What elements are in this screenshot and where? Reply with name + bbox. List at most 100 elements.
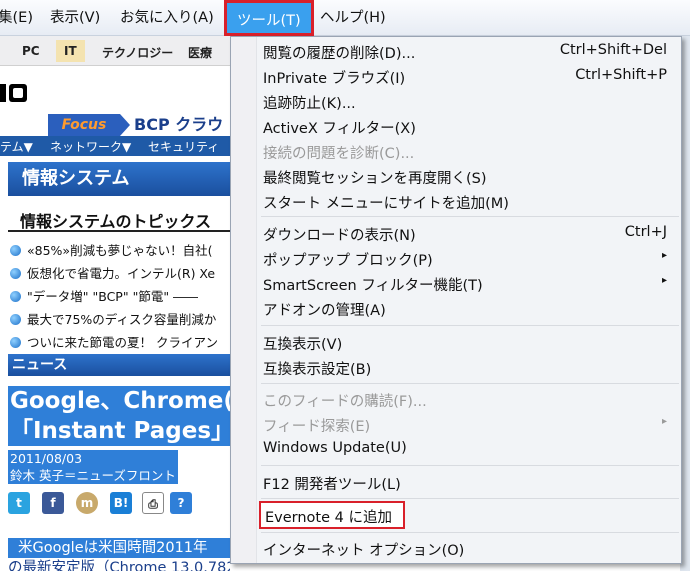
menu-edit[interactable]: 集(E) [0, 6, 33, 30]
menu-item-label: Evernote 4 に追加 [265, 510, 392, 526]
list-item[interactable]: 仮想化で省電力。インテル(R) Xe [10, 263, 215, 282]
menu-item-label: 最終閲覧セッションを再度開く(S) [263, 171, 487, 187]
focus-badge: Focus [48, 114, 120, 136]
menu-item-internet-options[interactable]: インターネット オプション(O) [263, 536, 671, 560]
nav-pc[interactable]: PC [22, 44, 40, 58]
menu-item-label: ポップアップ ブロック(P) [263, 253, 433, 269]
menu-item-label: ダウンロードの表示(N) [263, 228, 416, 244]
tools-menu: 閲覧の履歴の削除(D)... Ctrl+Shift+Del InPrivate … [230, 36, 682, 564]
article-headline: Google、Chrome( 「Instant Pages」 [8, 386, 230, 446]
menu-item-label: InPrivate ブラウズ(I) [263, 71, 406, 87]
menu-separator [261, 532, 679, 533]
headline-line: 「Instant Pages」 [10, 418, 230, 444]
list-item[interactable]: ついに来た節電の夏！ クライアン [10, 332, 218, 351]
article-author: 鈴木 英子＝ニューズフロント [10, 468, 176, 483]
menu-item-inprivate[interactable]: InPrivate ブラウズ(I) Ctrl+Shift+P [263, 64, 671, 88]
topic-text: "データ増" "BCP" "節電" ―― [27, 289, 199, 304]
menu-item-delete-history[interactable]: 閲覧の履歴の削除(D)... Ctrl+Shift+Del [263, 39, 671, 63]
topics-heading: 情報システムのトピックス [20, 212, 212, 231]
help-icon[interactable]: ? [170, 492, 192, 514]
submenu-arrow-icon: ▸ [661, 416, 667, 427]
list-item[interactable]: 最大で75%のディスク容量削減か [10, 309, 216, 328]
nav-medical[interactable]: 医療 [188, 44, 212, 61]
article-date: 2011/08/03 [10, 451, 83, 466]
menu-item-compat-settings[interactable]: 互換表示設定(B) [263, 355, 671, 379]
menu-item-label: このフィードの購読(F)... [263, 394, 427, 410]
topic-text: ついに来た節電の夏！ クライアン [27, 335, 218, 350]
menu-item-label: アドオンの管理(A) [263, 303, 386, 319]
menu-item-activex-filter[interactable]: ActiveX フィルター(X) [263, 114, 671, 138]
topic-text: 最大で75%のディスク容量削減か [27, 312, 217, 327]
hatena-bookmark-icon[interactable]: B! [110, 492, 132, 514]
menu-help[interactable]: ヘルプ(H) [320, 6, 386, 30]
menu-item-label: インターネット オプション(O) [263, 543, 465, 559]
mixi-icon[interactable]: m [76, 492, 98, 514]
menu-separator [261, 465, 679, 466]
menu-item-view-downloads[interactable]: ダウンロードの表示(N) Ctrl+J [263, 221, 671, 245]
menu-separator [261, 216, 679, 217]
nav-it[interactable]: IT [56, 40, 85, 62]
list-item[interactable]: "データ増" "BCP" "節電" ―― [10, 286, 198, 305]
menu-item-label: 接続の問題を診断(C)... [263, 146, 415, 162]
divider [8, 230, 230, 232]
site-top-nav: PC IT テクノロジー 医療 [0, 36, 230, 66]
category-bar: テム▼ ネットワーク▼ セキュリティ [0, 136, 230, 156]
menu-item-popup-blocker[interactable]: ポップアップ ブロック(P) ▸ [263, 246, 671, 270]
menu-item-compat-view[interactable]: 互換表示(V) [263, 330, 671, 354]
menu-view[interactable]: 表示(V) [50, 6, 100, 30]
article-body-line: の最新安定版（Chrome 13.0.782.107）をリリースしたことを明らか… [8, 558, 230, 571]
menu-favorites[interactable]: お気に入り(A) [120, 6, 214, 30]
menu-item-shortcut: Ctrl+Shift+P [575, 67, 667, 83]
topic-text: «85%»削減も夢じゃない！自社( [27, 243, 213, 258]
menu-item-evernote[interactable]: Evernote 4 に追加 [259, 501, 405, 529]
menu-item-label: ActiveX フィルター(X) [263, 121, 416, 137]
menu-item-label: 互換表示設定(B) [263, 362, 372, 378]
menu-item-reopen-session[interactable]: 最終閲覧セッションを再度開く(S) [263, 164, 671, 188]
focus-arrow-icon [120, 114, 130, 136]
menu-tools[interactable]: ツール(T) [224, 0, 314, 36]
menu-item-windows-update[interactable]: Windows Update(U) [263, 437, 671, 461]
menu-bar: 集(E) 表示(V) お気に入り(A) ツール(T) ヘルプ(H) [0, 0, 690, 36]
article-meta: 2011/08/03 鈴木 英子＝ニューズフロント [8, 450, 178, 484]
menu-item-subscribe-feed: このフィードの購読(F)... [263, 387, 671, 411]
submenu-arrow-icon: ▸ [661, 250, 667, 261]
category-network[interactable]: ネットワーク▼ [50, 138, 131, 155]
menu-item-label: 閲覧の履歴の削除(D)... [263, 46, 416, 62]
menu-item-feed-discovery: フィード探索(E) ▸ [263, 412, 671, 436]
twitter-icon[interactable]: t [8, 492, 30, 514]
article-body: 米Googleは米国時間2011年 の最新安定版（Chrome 13.0.782… [8, 538, 230, 571]
menu-item-label: 互換表示(V) [263, 337, 343, 353]
menu-item-shortcut: Ctrl+J [624, 224, 667, 240]
site-logo [0, 84, 27, 102]
print-icon[interactable]: ⎙ [142, 492, 164, 514]
menu-icon-gutter [231, 37, 257, 563]
menu-item-manage-addons[interactable]: アドオンの管理(A) [263, 296, 671, 320]
menu-item-add-to-start[interactable]: スタート メニューにサイトを追加(M) [263, 189, 671, 213]
menu-item-f12-tools[interactable]: F12 開発者ツール(L) [263, 470, 671, 494]
menu-item-shortcut: Ctrl+Shift+Del [559, 42, 667, 58]
menu-item-label: Windows Update(U) [263, 440, 407, 456]
menu-item-diagnose: 接続の問題を診断(C)... [263, 139, 671, 163]
list-item[interactable]: «85%»削減も夢じゃない！自社( [10, 240, 212, 259]
focus-text: BCP クラウ [134, 115, 224, 134]
facebook-icon[interactable]: f [42, 492, 64, 514]
category-system[interactable]: テム▼ [0, 138, 33, 155]
category-security[interactable]: セキュリティ [148, 138, 219, 155]
menu-separator [261, 498, 679, 499]
menu-item-tracking-protection[interactable]: 追跡防止(K)... [263, 89, 671, 113]
menu-item-label: 追跡防止(K)... [263, 96, 356, 112]
section-title: 情報システム [8, 162, 230, 196]
bullet-icon [10, 268, 21, 279]
bullet-icon [10, 245, 21, 256]
menu-item-label: スタート メニューにサイトを追加(M) [263, 196, 509, 212]
topic-text: 仮想化で省電力。インテル(R) Xe [27, 266, 216, 281]
bullet-icon [10, 291, 21, 302]
share-icons: t f m B! ⎙ ? [8, 492, 230, 518]
nav-technology[interactable]: テクノロジー [102, 44, 173, 61]
bullet-icon [10, 314, 21, 325]
menu-item-smartscreen[interactable]: SmartScreen フィルター機能(T) ▸ [263, 271, 671, 295]
menu-separator [261, 325, 679, 326]
news-label: ニュース [8, 354, 230, 376]
bullet-icon [10, 337, 21, 348]
headline-line: Google、Chrome( [10, 388, 230, 414]
